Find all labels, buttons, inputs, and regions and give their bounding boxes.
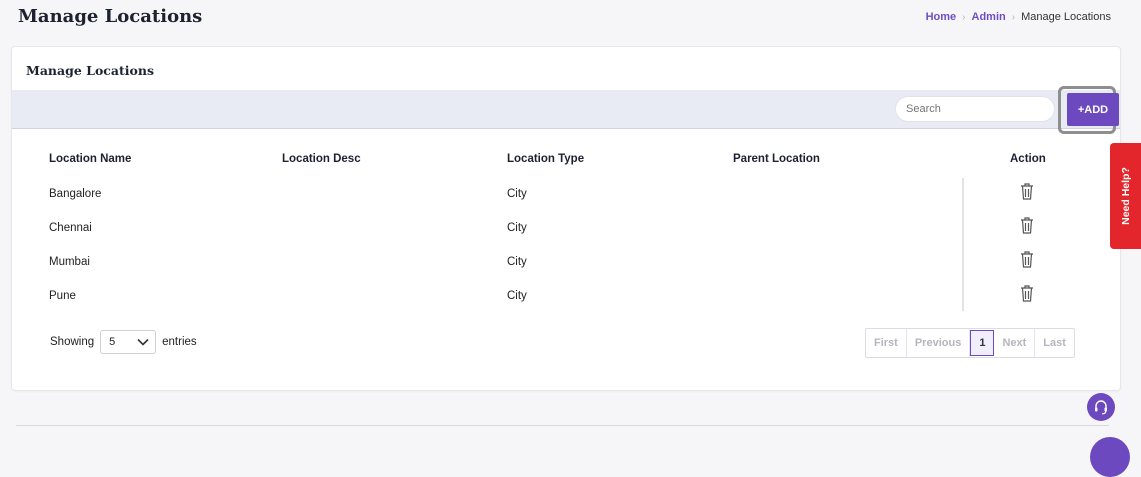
table-row: Chennai City bbox=[12, 217, 1120, 256]
locations-card: Manage Locations +ADD Location Name Loca… bbox=[11, 46, 1121, 391]
need-help-label: Need Help? bbox=[1119, 167, 1132, 225]
cell-location-type: City bbox=[507, 222, 527, 234]
trash-icon[interactable] bbox=[1020, 182, 1034, 200]
page-size-control: Showing 5 entries bbox=[50, 330, 197, 354]
pagination-next[interactable]: Next bbox=[994, 329, 1036, 357]
floating-action-button[interactable] bbox=[1090, 437, 1130, 477]
entries-label: entries bbox=[162, 336, 197, 348]
cell-location-type: City bbox=[507, 256, 527, 268]
support-chat-button[interactable] bbox=[1087, 393, 1115, 421]
pagination-first[interactable]: First bbox=[866, 329, 907, 357]
trash-icon[interactable] bbox=[1020, 216, 1034, 234]
trash-icon[interactable] bbox=[1020, 284, 1034, 302]
pagination-last[interactable]: Last bbox=[1035, 329, 1074, 357]
cell-location-name: Mumbai bbox=[49, 256, 90, 268]
page-size-select[interactable]: 5 bbox=[100, 330, 157, 354]
trash-icon[interactable] bbox=[1020, 250, 1034, 268]
footer-divider bbox=[16, 425, 1109, 426]
cell-location-name: Pune bbox=[49, 290, 76, 302]
table-row: Pune City bbox=[12, 285, 1120, 324]
page-title: Manage Locations bbox=[18, 6, 203, 27]
headset-icon bbox=[1095, 400, 1107, 415]
column-header-action: Action bbox=[1010, 153, 1046, 165]
need-help-tab[interactable]: Need Help? bbox=[1110, 143, 1141, 249]
cell-location-name: Bangalore bbox=[49, 188, 102, 200]
cell-location-type: City bbox=[507, 188, 527, 200]
table-toolbar: +ADD bbox=[12, 86, 1120, 134]
column-header-parent-location: Parent Location bbox=[733, 153, 820, 165]
breadcrumb-admin[interactable]: Admin bbox=[972, 11, 1006, 23]
breadcrumb-home[interactable]: Home bbox=[926, 11, 957, 23]
chevron-down-icon bbox=[137, 338, 149, 346]
table-row: Mumbai City bbox=[12, 251, 1120, 290]
pagination-previous[interactable]: Previous bbox=[907, 329, 971, 357]
add-location-button[interactable]: +ADD bbox=[1067, 93, 1119, 126]
search-input[interactable] bbox=[895, 96, 1055, 122]
breadcrumb-separator: › bbox=[962, 11, 966, 23]
breadcrumb-current: Manage Locations bbox=[1021, 11, 1111, 23]
cell-location-name: Chennai bbox=[49, 222, 92, 234]
column-header-location-type: Location Type bbox=[507, 153, 585, 165]
card-title: Manage Locations bbox=[26, 63, 154, 78]
column-header-location-name: Location Name bbox=[49, 153, 132, 165]
column-header-location-desc: Location Desc bbox=[282, 153, 361, 165]
breadcrumb: Home › Admin › Manage Locations bbox=[926, 11, 1111, 23]
showing-label: Showing bbox=[50, 336, 95, 348]
breadcrumb-separator: › bbox=[1011, 11, 1016, 23]
cell-location-type: City bbox=[507, 290, 527, 302]
pagination-page-1[interactable]: 1 bbox=[970, 330, 995, 356]
pagination: First Previous 1 Next Last bbox=[865, 328, 1075, 358]
page-size-value: 5 bbox=[109, 336, 116, 348]
table-row: Bangalore City bbox=[12, 183, 1120, 222]
